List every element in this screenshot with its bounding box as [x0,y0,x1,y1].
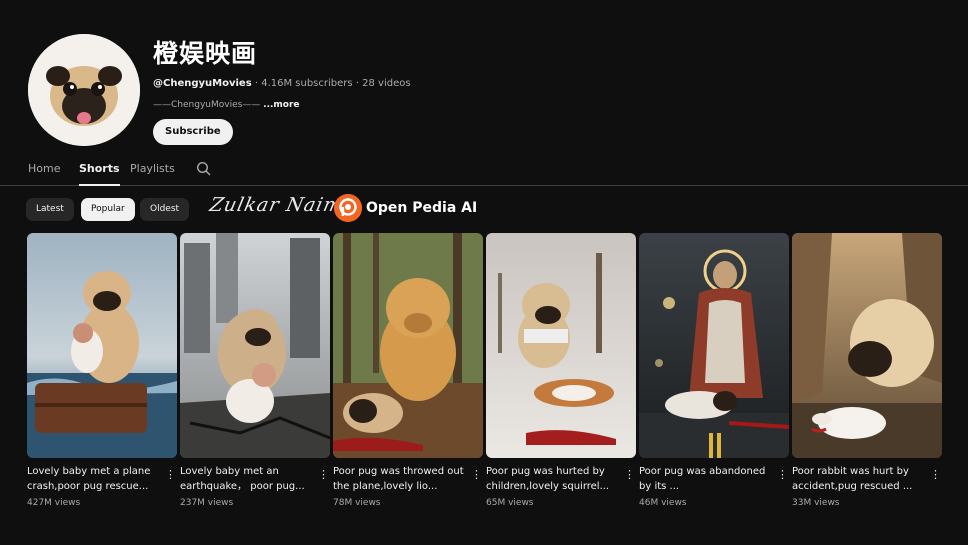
more-vert-icon[interactable]: ⋮ [165,467,176,483]
video-title[interactable]: Poor rabbit was hurt by accident,pug res… [792,464,924,494]
short-card[interactable]: Lovely baby met a plane crash,poor pug r… [27,233,177,508]
video-views: 65M views [486,498,534,508]
more-link[interactable]: ...more [263,100,299,110]
search-icon[interactable] [196,161,212,177]
more-vert-icon[interactable]: ⋮ [930,467,941,483]
open-pedia-logo-icon [334,194,362,222]
tab-home[interactable]: Home [28,162,60,186]
video-thumbnail[interactable] [486,233,636,458]
video-title[interactable]: Lovely baby met a plane crash,poor pug r… [27,464,159,494]
video-title[interactable]: Lovely baby met an earthquake， poor pug.… [180,464,312,494]
open-pedia-brand: Open Pedia AI [366,200,478,216]
channel-name: 橙娱映画 [153,39,258,68]
more-vert-icon[interactable]: ⋮ [777,467,788,483]
channel-description-text: ——ChengyuMovies—— [153,100,264,110]
channel-meta: @ChengyuMovies · 4.16M subscribers · 28 … [153,78,513,89]
video-title[interactable]: Poor pug was throwed out the plane,lovel… [333,464,465,494]
tab-playlists[interactable]: Playlists [130,162,175,186]
short-card[interactable]: Poor pug was hurted by children,lovely s… [486,233,636,508]
video-title[interactable]: Poor pug was hurted by children,lovely s… [486,464,618,494]
video-thumbnail[interactable] [333,233,483,458]
channel-tabs: Home Shorts Playlists [0,158,968,186]
tab-shorts[interactable]: Shorts [79,162,120,186]
chip-popular[interactable]: Popular [81,198,135,221]
short-card[interactable]: Poor pug was throwed out the plane,lovel… [333,233,483,508]
video-views: 46M views [639,498,687,508]
more-vert-icon[interactable]: ⋮ [318,467,329,483]
video-thumbnail[interactable] [27,233,177,458]
short-card[interactable]: Poor rabbit was hurt by accident,pug res… [792,233,942,508]
video-views: 427M views [27,498,81,508]
channel-description: ——ChengyuMovies—— ...more [153,100,513,110]
channel-handle[interactable]: @ChengyuMovies [153,78,252,89]
chip-oldest[interactable]: Oldest [140,198,190,221]
video-views: 237M views [180,498,234,508]
video-thumbnail[interactable] [792,233,942,458]
more-vert-icon[interactable]: ⋮ [471,467,482,483]
channel-info: 橙娱映画 @ChengyuMovies · 4.16M subscribers … [153,38,513,145]
video-views: 33M views [792,498,840,508]
signature: Zulkar Naim [207,194,345,216]
video-views: 78M views [333,498,381,508]
channel-avatar[interactable] [28,34,140,146]
video-title[interactable]: Poor pug was abandoned by its ... [639,464,771,494]
channel-stats: · 4.16M subscribers · 28 videos [251,78,411,89]
short-card[interactable]: Poor pug was abandoned by its ... ⋮ 46M … [639,233,789,508]
subscribe-button[interactable]: Subscribe [153,119,233,145]
chip-latest[interactable]: Latest [26,198,74,221]
video-thumbnail[interactable] [180,233,330,458]
short-card[interactable]: Lovely baby met an earthquake， poor pug.… [180,233,330,508]
video-thumbnail[interactable] [639,233,789,458]
more-vert-icon[interactable]: ⋮ [624,467,635,483]
